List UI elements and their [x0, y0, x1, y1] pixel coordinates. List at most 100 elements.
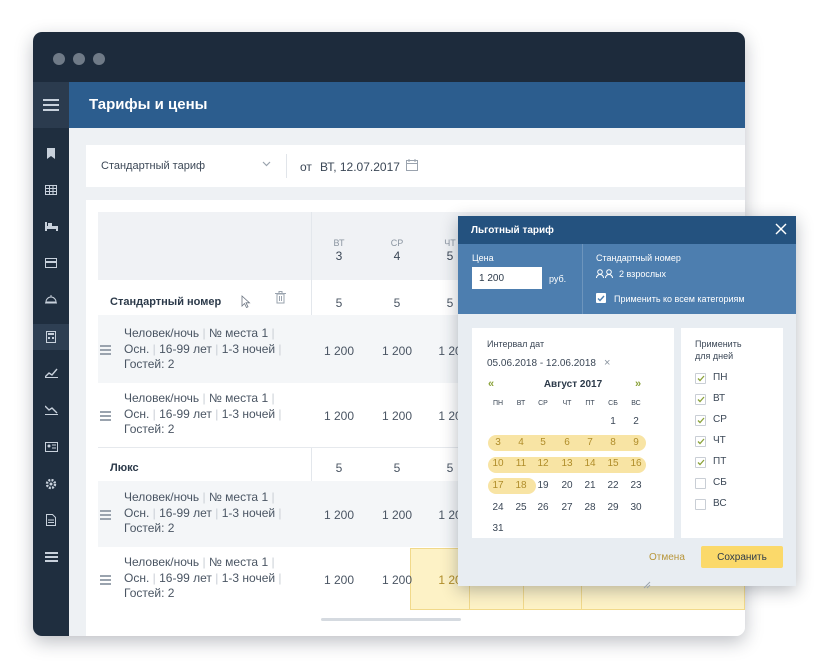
close-icon[interactable] — [774, 222, 788, 236]
window-maximize-dot[interactable] — [93, 53, 105, 65]
save-button[interactable]: Сохранить — [701, 546, 783, 568]
calendar-day[interactable]: 19 — [532, 480, 554, 491]
count-cell[interactable]: 5 — [314, 461, 364, 475]
calendar-day[interactable]: 20 — [556, 480, 578, 491]
card-icon[interactable] — [33, 250, 69, 276]
calendar-day[interactable]: 26 — [532, 502, 554, 513]
calendar-day[interactable]: 28 — [579, 502, 601, 513]
calendar-day[interactable]: 9 — [625, 437, 647, 448]
calendar-day[interactable]: 22 — [602, 480, 624, 491]
day-checkbox[interactable] — [695, 457, 706, 468]
calendar-day[interactable]: 29 — [602, 502, 624, 513]
calendar-day[interactable]: 14 — [579, 458, 601, 469]
interval-label: Интервал дат — [487, 339, 545, 349]
horizontal-scrollbar[interactable] — [321, 618, 461, 621]
calendar-day[interactable]: 16 — [625, 458, 647, 469]
chart-up-icon[interactable] — [33, 360, 69, 386]
day-checkbox-label: СБ — [713, 477, 727, 488]
rate-description: Человек/ночь | № места 1 | Осн. | 16-99 … — [124, 555, 282, 600]
interval-value[interactable]: 05.06.2018 - 12.06.2018 — [487, 358, 596, 369]
calendar-day[interactable]: 8 — [602, 437, 624, 448]
calendar-day[interactable]: 24 — [487, 502, 509, 513]
calendar-day[interactable]: 1 — [602, 416, 624, 427]
bed-icon[interactable] — [33, 213, 69, 239]
calendar-day[interactable]: 27 — [556, 502, 578, 513]
day-checkbox[interactable] — [695, 478, 706, 489]
currency-label: руб. — [549, 274, 567, 284]
dialog-header: Льготный тариф — [458, 216, 796, 244]
weekday-header: ПТ — [585, 400, 595, 407]
calendar-day[interactable]: 25 — [510, 502, 532, 513]
calendar-day[interactable]: 23 — [625, 480, 647, 491]
price-input[interactable] — [472, 267, 542, 289]
weekday-header: ВС — [631, 400, 641, 407]
calendar-day[interactable]: 15 — [602, 458, 624, 469]
filter-bar: Стандартный тариф от ВТ, 12.07.2017 — [86, 145, 745, 187]
count-cell[interactable]: 5 — [372, 296, 422, 310]
window-minimize-dot[interactable] — [73, 53, 85, 65]
count-cell[interactable]: 5 — [372, 461, 422, 475]
chart-down-icon[interactable] — [33, 397, 69, 423]
calendar-day[interactable]: 7 — [579, 437, 601, 448]
service-bell-icon[interactable] — [33, 286, 69, 312]
calendar-day[interactable]: 12 — [532, 458, 554, 469]
page-header: Тарифы и цены — [69, 82, 745, 128]
apply-days-label: Применить — [695, 339, 742, 349]
calculator-icon[interactable] — [33, 324, 69, 350]
chevron-down-icon[interactable] — [262, 161, 271, 167]
calendar-day[interactable]: 17 — [487, 480, 509, 491]
trash-icon[interactable] — [275, 291, 286, 304]
calendar-day[interactable]: 31 — [487, 523, 509, 534]
menu-icon[interactable] — [33, 82, 69, 128]
day-checkbox[interactable] — [695, 373, 706, 384]
calendar-day[interactable]: 21 — [579, 480, 601, 491]
day-checkbox[interactable] — [695, 436, 706, 447]
id-card-icon[interactable] — [33, 434, 69, 460]
calendar-day[interactable]: 2 — [625, 416, 647, 427]
calendar-month: Август 2017 — [543, 379, 603, 390]
room-label: Стандартный номер — [596, 253, 681, 263]
rate-description: Человек/ночь | № места 1 | Осн. | 16-99 … — [124, 326, 282, 371]
calendar-day[interactable]: 13 — [556, 458, 578, 469]
calendar-day[interactable]: 3 — [487, 437, 509, 448]
title-bar — [33, 32, 745, 82]
calendar-day[interactable]: 10 — [487, 458, 509, 469]
day-checkbox-label: ПН — [713, 372, 728, 383]
rate-description: Человек/ночь | № места 1 | Осн. | 16-99 … — [124, 490, 282, 535]
calendar-day[interactable]: 4 — [510, 437, 532, 448]
document-icon[interactable] — [33, 507, 69, 533]
drag-handle-icon[interactable] — [100, 575, 111, 587]
drag-handle-icon[interactable] — [100, 510, 111, 522]
weekday-header: ПН — [492, 400, 504, 407]
resize-handle-icon[interactable] — [642, 580, 652, 590]
day-header: СР 4 — [390, 238, 404, 263]
drag-handle-icon[interactable] — [100, 411, 111, 423]
window-close-dot[interactable] — [53, 53, 65, 65]
calendar-day[interactable]: 5 — [532, 437, 554, 448]
guests-label: 2 взрослых — [619, 269, 667, 279]
count-cell[interactable]: 5 — [314, 296, 364, 310]
cancel-button[interactable]: Отмена — [649, 552, 685, 563]
clear-interval-icon[interactable]: × — [604, 357, 610, 369]
calendar-day[interactable]: 18 — [510, 480, 532, 491]
cursor-icon — [241, 295, 251, 309]
calendar-day[interactable]: 30 — [625, 502, 647, 513]
drag-handle-icon[interactable] — [100, 345, 111, 357]
calendar-icon[interactable] — [406, 159, 418, 171]
date-input[interactable]: ВТ, 12.07.2017 — [320, 160, 400, 174]
day-checkbox[interactable] — [695, 499, 706, 510]
bookmark-icon[interactable] — [33, 140, 69, 166]
weekday-header: ЧТ — [562, 400, 572, 407]
list-icon[interactable] — [33, 544, 69, 570]
date-range-panel: Интервал дат 05.06.2018 - 12.06.2018 × «… — [472, 328, 674, 538]
day-checkbox[interactable] — [695, 415, 706, 426]
tariff-select[interactable]: Стандартный тариф — [101, 160, 205, 172]
apply-all-checkbox[interactable] — [596, 293, 606, 303]
gear-icon[interactable] — [33, 471, 69, 497]
dialog-title: Льготный тариф — [471, 225, 554, 236]
grid-icon[interactable] — [33, 177, 69, 203]
calendar-day[interactable]: 11 — [510, 458, 532, 469]
next-month-button[interactable]: » — [635, 378, 641, 390]
day-checkbox[interactable] — [695, 394, 706, 405]
calendar-day[interactable]: 6 — [556, 437, 578, 448]
